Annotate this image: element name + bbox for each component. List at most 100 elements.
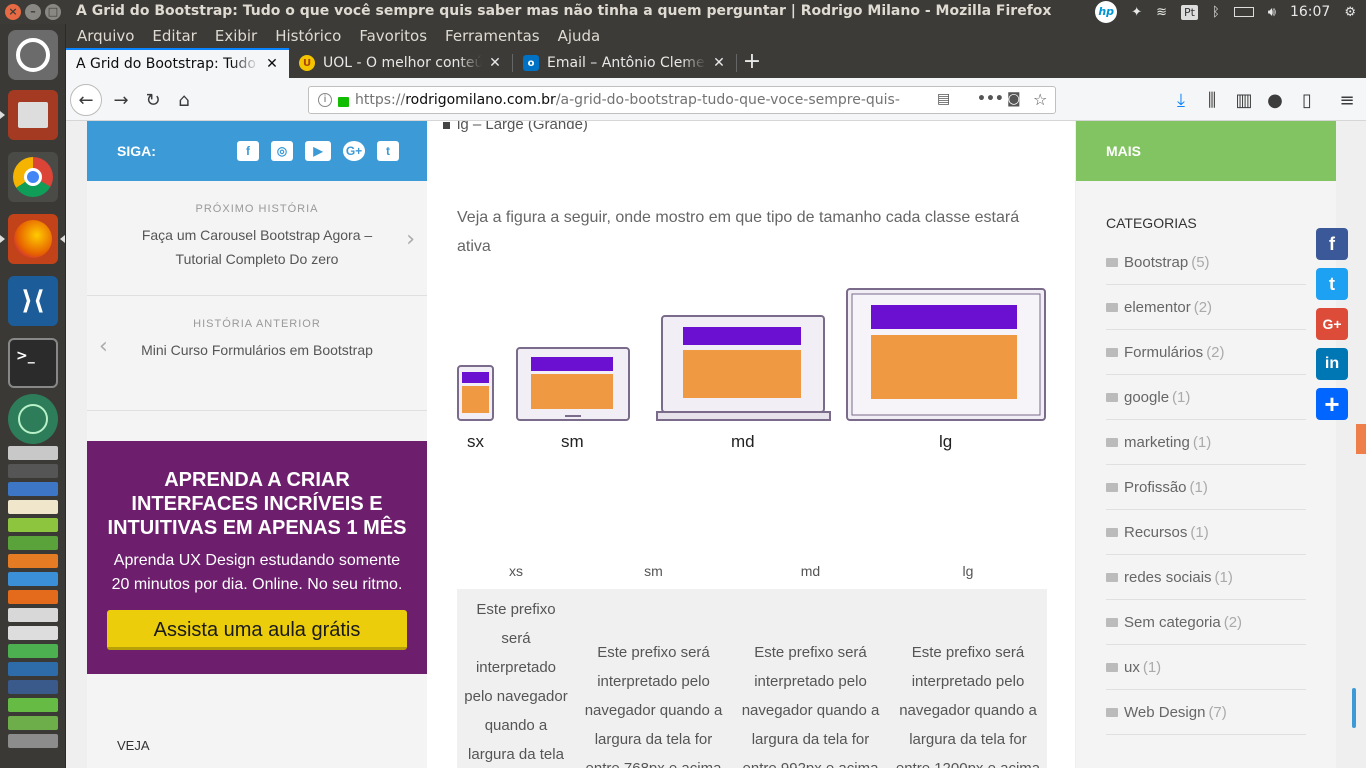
chevron-right-icon[interactable]: › — [406, 227, 415, 252]
watch-class-button[interactable]: Assista uma aula grátis — [107, 610, 407, 650]
tab-uol[interactable]: U UOL - O melhor conteúdo ✕ — [289, 48, 512, 78]
reload-button[interactable]: ↻ — [138, 85, 168, 115]
category-item[interactable]: elementor (2) — [1106, 285, 1306, 330]
forward-button[interactable]: → — [106, 85, 136, 115]
ubuntu-dash-icon[interactable] — [8, 30, 58, 80]
category-item[interactable]: Profissão (1) — [1106, 465, 1306, 510]
category-item[interactable]: ux (1) — [1106, 645, 1306, 690]
pocket-icon[interactable]: ◙ — [1007, 91, 1021, 107]
stacked-app-icon-10[interactable] — [8, 608, 58, 622]
menu-ajuda[interactable]: Ajuda — [558, 27, 601, 45]
next-story[interactable]: PRÓXIMO HISTÓRIA Faça um Carousel Bootst… — [87, 181, 427, 296]
volume-icon[interactable]: 🔊︎ — [1268, 5, 1276, 20]
sidebar-icon[interactable]: ▥ — [1229, 85, 1259, 115]
category-item[interactable]: redes sociais (1) — [1106, 555, 1306, 600]
home-button[interactable]: ⌂ — [169, 85, 199, 115]
close-tab-icon[interactable]: ✕ — [488, 55, 502, 71]
twitter-icon[interactable]: t — [377, 141, 399, 161]
facebook-icon[interactable]: f — [237, 141, 259, 161]
wifi-icon[interactable]: ≋ — [1156, 5, 1167, 20]
stacked-app-icon-15[interactable] — [8, 698, 58, 712]
close-window-button[interactable]: × — [5, 4, 21, 20]
stacked-app-icon-5[interactable] — [8, 518, 58, 532]
menu-editar[interactable]: Editar — [152, 27, 196, 45]
info-icon[interactable]: i — [318, 93, 332, 107]
stacked-app-icon-7[interactable] — [8, 554, 58, 568]
keyboard-layout-indicator[interactable]: Pt — [1181, 4, 1198, 20]
stacked-app-icon-13[interactable] — [8, 662, 58, 676]
chevron-left-icon[interactable]: ‹ — [99, 334, 108, 359]
category-item[interactable]: Bootstrap (5) — [1106, 240, 1306, 285]
scroll-to-top-tab[interactable] — [1356, 424, 1366, 454]
category-item[interactable]: marketing (1) — [1106, 420, 1306, 465]
extension-icon[interactable]: ● — [1260, 85, 1290, 115]
dropbox-icon[interactable]: ✦ — [1131, 5, 1142, 20]
stacked-app-icon-11[interactable] — [8, 626, 58, 640]
bookmark-star-icon[interactable]: ☆ — [1033, 90, 1047, 109]
stacked-app-icon-16[interactable] — [8, 716, 58, 730]
share-twitter-button[interactable]: t — [1316, 268, 1348, 300]
stacked-app-icon-1[interactable] — [8, 446, 58, 460]
stacked-app-icon-12[interactable] — [8, 644, 58, 658]
menu-exibir[interactable]: Exibir — [215, 27, 257, 45]
stacked-app-icon-8[interactable] — [8, 572, 58, 586]
category-item[interactable]: Web Design (7) — [1106, 690, 1306, 735]
settings-gear-icon[interactable]: ⚙ — [1344, 5, 1356, 20]
maximize-window-button[interactable]: □ — [45, 4, 61, 20]
new-tab-button[interactable]: + — [737, 48, 767, 78]
files-icon[interactable] — [8, 90, 58, 140]
minimize-window-button[interactable]: – — [25, 4, 41, 20]
stacked-app-icon-14[interactable] — [8, 680, 58, 694]
reader-view-icon[interactable]: ▤ — [937, 91, 950, 107]
scrollbar-thumb[interactable] — [1352, 688, 1356, 728]
tab-email[interactable]: o Email – Antônio Clemente ✕ — [513, 48, 736, 78]
hp-icon[interactable]: hp — [1095, 1, 1118, 23]
previous-story-title[interactable]: Mini Curso Formulários em Bootstrap — [87, 338, 427, 362]
tab-grid-bootstrap[interactable]: A Grid do Bootstrap: Tudo o que ✕ — [66, 48, 289, 78]
close-tab-icon[interactable]: ✕ — [265, 56, 279, 72]
downloads-icon[interactable]: ⤓ — [1166, 85, 1196, 115]
menu-favoritos[interactable]: Favoritos — [359, 27, 427, 45]
chrome-icon[interactable] — [8, 152, 58, 202]
battery-icon[interactable] — [1233, 7, 1254, 17]
menu-ferramentas[interactable]: Ferramentas — [445, 27, 540, 45]
next-story-title[interactable]: Faça um Carousel Bootstrap Agora – Tutori… — [87, 223, 427, 271]
atom-icon[interactable] — [8, 394, 58, 444]
stacked-app-icon-3[interactable] — [8, 482, 58, 496]
share-google-plus-button[interactable]: G+ — [1316, 308, 1348, 340]
share-linkedin-button[interactable]: in — [1316, 348, 1348, 380]
url-text[interactable]: https://rodrigomilano.com.br/a-grid-do-b… — [355, 92, 915, 108]
hamburger-menu-icon[interactable]: ≡ — [1332, 85, 1362, 115]
device-sizes-figure: sx sm md lg — [457, 285, 1057, 470]
firefox-icon[interactable] — [8, 214, 58, 264]
addon-icon[interactable]: ▯ — [1292, 85, 1322, 115]
menu-arquivo[interactable]: Arquivo — [77, 27, 134, 45]
youtube-icon[interactable]: ▶ — [305, 141, 331, 161]
vscode-icon[interactable]: ⟩⟨ — [8, 276, 58, 326]
share-more-button[interactable]: + — [1316, 388, 1348, 420]
category-item[interactable]: Recursos (1) — [1106, 510, 1306, 555]
bluetooth-icon[interactable]: ᛒ — [1212, 5, 1220, 20]
terminal-icon[interactable]: >_ — [8, 338, 58, 388]
instagram-icon[interactable]: ◎ — [271, 141, 293, 161]
folder-icon — [1106, 482, 1118, 492]
close-tab-icon[interactable]: ✕ — [712, 55, 726, 71]
previous-story[interactable]: HISTÓRIA ANTERIOR Mini Curso Formulários… — [87, 296, 427, 411]
category-item[interactable]: Sem categoria (2) — [1106, 600, 1306, 645]
google-plus-icon[interactable]: G+ — [343, 141, 365, 161]
clock[interactable]: 16:07 — [1290, 4, 1330, 20]
menu-historico[interactable]: Histórico — [275, 27, 341, 45]
library-icon[interactable]: ⫼ — [1197, 85, 1227, 115]
category-item[interactable]: google (1) — [1106, 375, 1306, 420]
stacked-app-icon-9[interactable] — [8, 590, 58, 604]
lock-icon[interactable] — [338, 96, 349, 107]
share-facebook-button[interactable]: f — [1316, 228, 1348, 260]
stacked-app-icon-2[interactable] — [8, 464, 58, 478]
category-item[interactable]: Formulários (2) — [1106, 330, 1306, 375]
stacked-app-icon-6[interactable] — [8, 536, 58, 550]
stacked-app-icon-4[interactable] — [8, 500, 58, 514]
back-button[interactable]: ← — [70, 84, 102, 116]
page-actions-icon[interactable]: ••• — [977, 91, 1004, 107]
url-bar[interactable]: i https://rodrigomilano.com.br/a-grid-do… — [308, 86, 1056, 114]
stacked-app-icon-17[interactable] — [8, 734, 58, 748]
